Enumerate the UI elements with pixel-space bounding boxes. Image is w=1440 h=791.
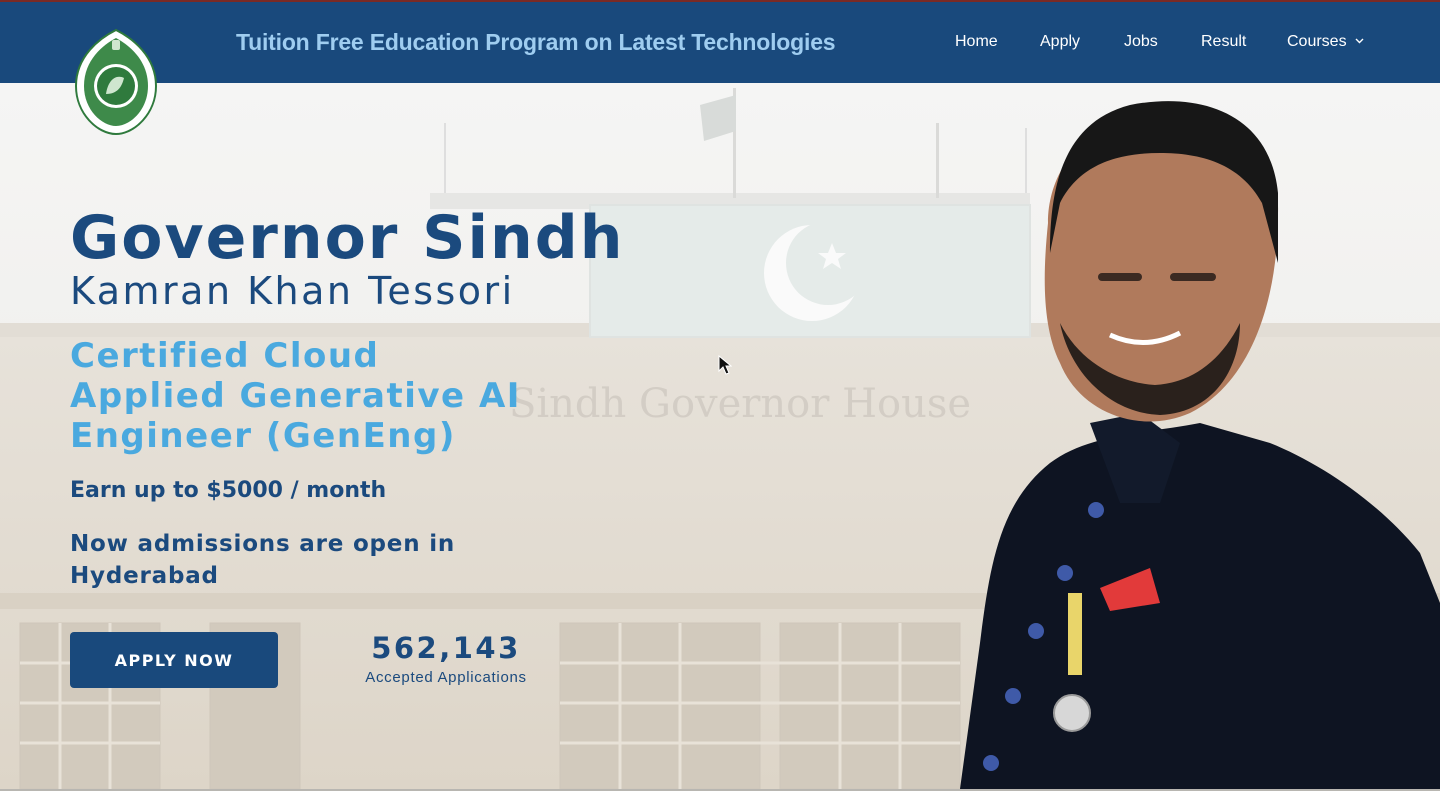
admissions-line: Hyderabad: [70, 563, 219, 589]
mouse-cursor-icon: [718, 355, 732, 375]
nav-menu: Home Apply Jobs Result Courses: [0, 33, 1440, 55]
admissions-line: Now admissions are open in: [70, 531, 456, 557]
nav-link-apply[interactable]: Apply: [1040, 33, 1080, 51]
nav-link-jobs[interactable]: Jobs: [1124, 33, 1158, 51]
nav-link-courses[interactable]: Courses: [1287, 33, 1364, 51]
earning-text: Earn up to $5000 / month: [70, 478, 387, 503]
program-title: Certified Cloud Applied Generative AI En…: [70, 336, 521, 456]
chevron-down-icon: [1355, 38, 1364, 44]
program-title-line: Engineer (GenEng): [70, 416, 456, 456]
admissions-text: Now admissions are open in Hyderabad: [70, 528, 455, 592]
apply-now-button[interactable]: APPLY NOW: [70, 632, 278, 688]
building-sign-text: Sindh Governor House: [509, 381, 971, 427]
program-title-line: Certified Cloud: [70, 336, 380, 376]
governor-portrait-image: [960, 101, 1440, 789]
hero-section: Sindh Governor House Governor Sindh Kamr…: [0, 83, 1440, 789]
nav-link-result[interactable]: Result: [1201, 33, 1246, 51]
hero-subheading: Kamran Khan Tessori: [70, 269, 515, 313]
program-title-line: Applied Generative AI: [70, 376, 521, 416]
applications-label: Accepted Applications: [365, 669, 527, 686]
nav-link-courses-label: Courses: [1287, 33, 1347, 50]
applications-count: 562,143: [371, 631, 521, 665]
nav-link-home[interactable]: Home: [955, 33, 998, 51]
emblem-logo[interactable]: [72, 28, 160, 136]
hero-heading: Governor Sindh: [70, 203, 625, 273]
navbar: Tuition Free Education Program on Latest…: [0, 0, 1440, 83]
top-accent-line: [0, 0, 1440, 2]
